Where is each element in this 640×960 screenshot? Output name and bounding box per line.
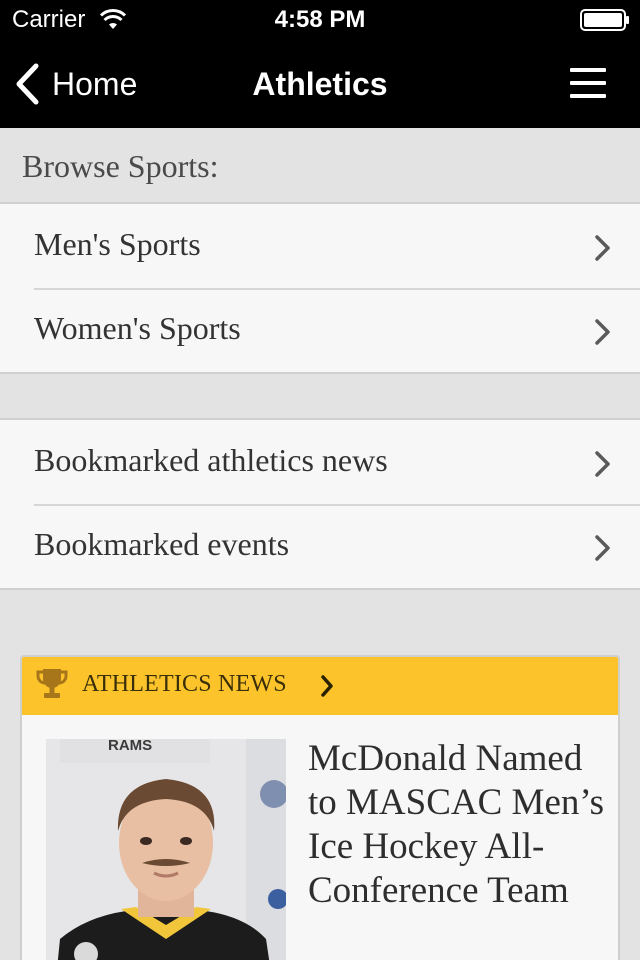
chevron-right-icon xyxy=(321,675,333,697)
browse-sports-list: Men's Sports Women's Sports xyxy=(0,202,640,374)
bookmarked-news-row[interactable]: Bookmarked athletics news xyxy=(0,420,640,504)
photo-backdrop-text: RAMS xyxy=(108,739,152,754)
chevron-right-icon xyxy=(595,535,610,561)
status-bar: Carrier 4:58 PM xyxy=(0,0,640,40)
trophy-icon xyxy=(36,669,68,698)
athletics-news-title: ATHLETICS NEWS xyxy=(82,671,287,697)
battery-icon xyxy=(580,9,629,31)
bookmarked-news-label: Bookmarked athletics news xyxy=(34,442,388,478)
navigation-bar: Home Athletics xyxy=(0,40,640,128)
athletics-news-card: ATHLETICS NEWS RAMS McDonald Named to MA… xyxy=(20,655,620,960)
bookmarked-events-label: Bookmarked events xyxy=(34,526,290,562)
browse-sports-header: Browse Sports: xyxy=(0,128,640,204)
news-headline[interactable]: McDonald Named to MASCAC Men’s Ice Hocke… xyxy=(308,737,608,913)
clock: 4:58 PM xyxy=(274,6,366,33)
athletics-news-header[interactable]: ATHLETICS NEWS xyxy=(22,657,618,715)
bookmarked-events-row[interactable]: Bookmarked events xyxy=(0,504,640,588)
chevron-right-icon xyxy=(595,319,610,345)
page-title: Athletics xyxy=(252,66,388,102)
hamburger-menu-icon[interactable] xyxy=(566,66,610,102)
mens-sports-row[interactable]: Men's Sports xyxy=(0,204,640,288)
news-photo[interactable]: RAMS xyxy=(46,739,286,960)
bookmarks-list: Bookmarked athletics news Bookmarked eve… xyxy=(0,418,640,590)
mens-sports-label: Men's Sports xyxy=(34,226,201,262)
chevron-right-icon xyxy=(595,451,610,477)
chevron-right-icon xyxy=(595,235,610,261)
womens-sports-row[interactable]: Women's Sports xyxy=(0,288,640,372)
womens-sports-label: Women's Sports xyxy=(34,310,241,346)
player-portrait-image: RAMS xyxy=(46,739,286,960)
